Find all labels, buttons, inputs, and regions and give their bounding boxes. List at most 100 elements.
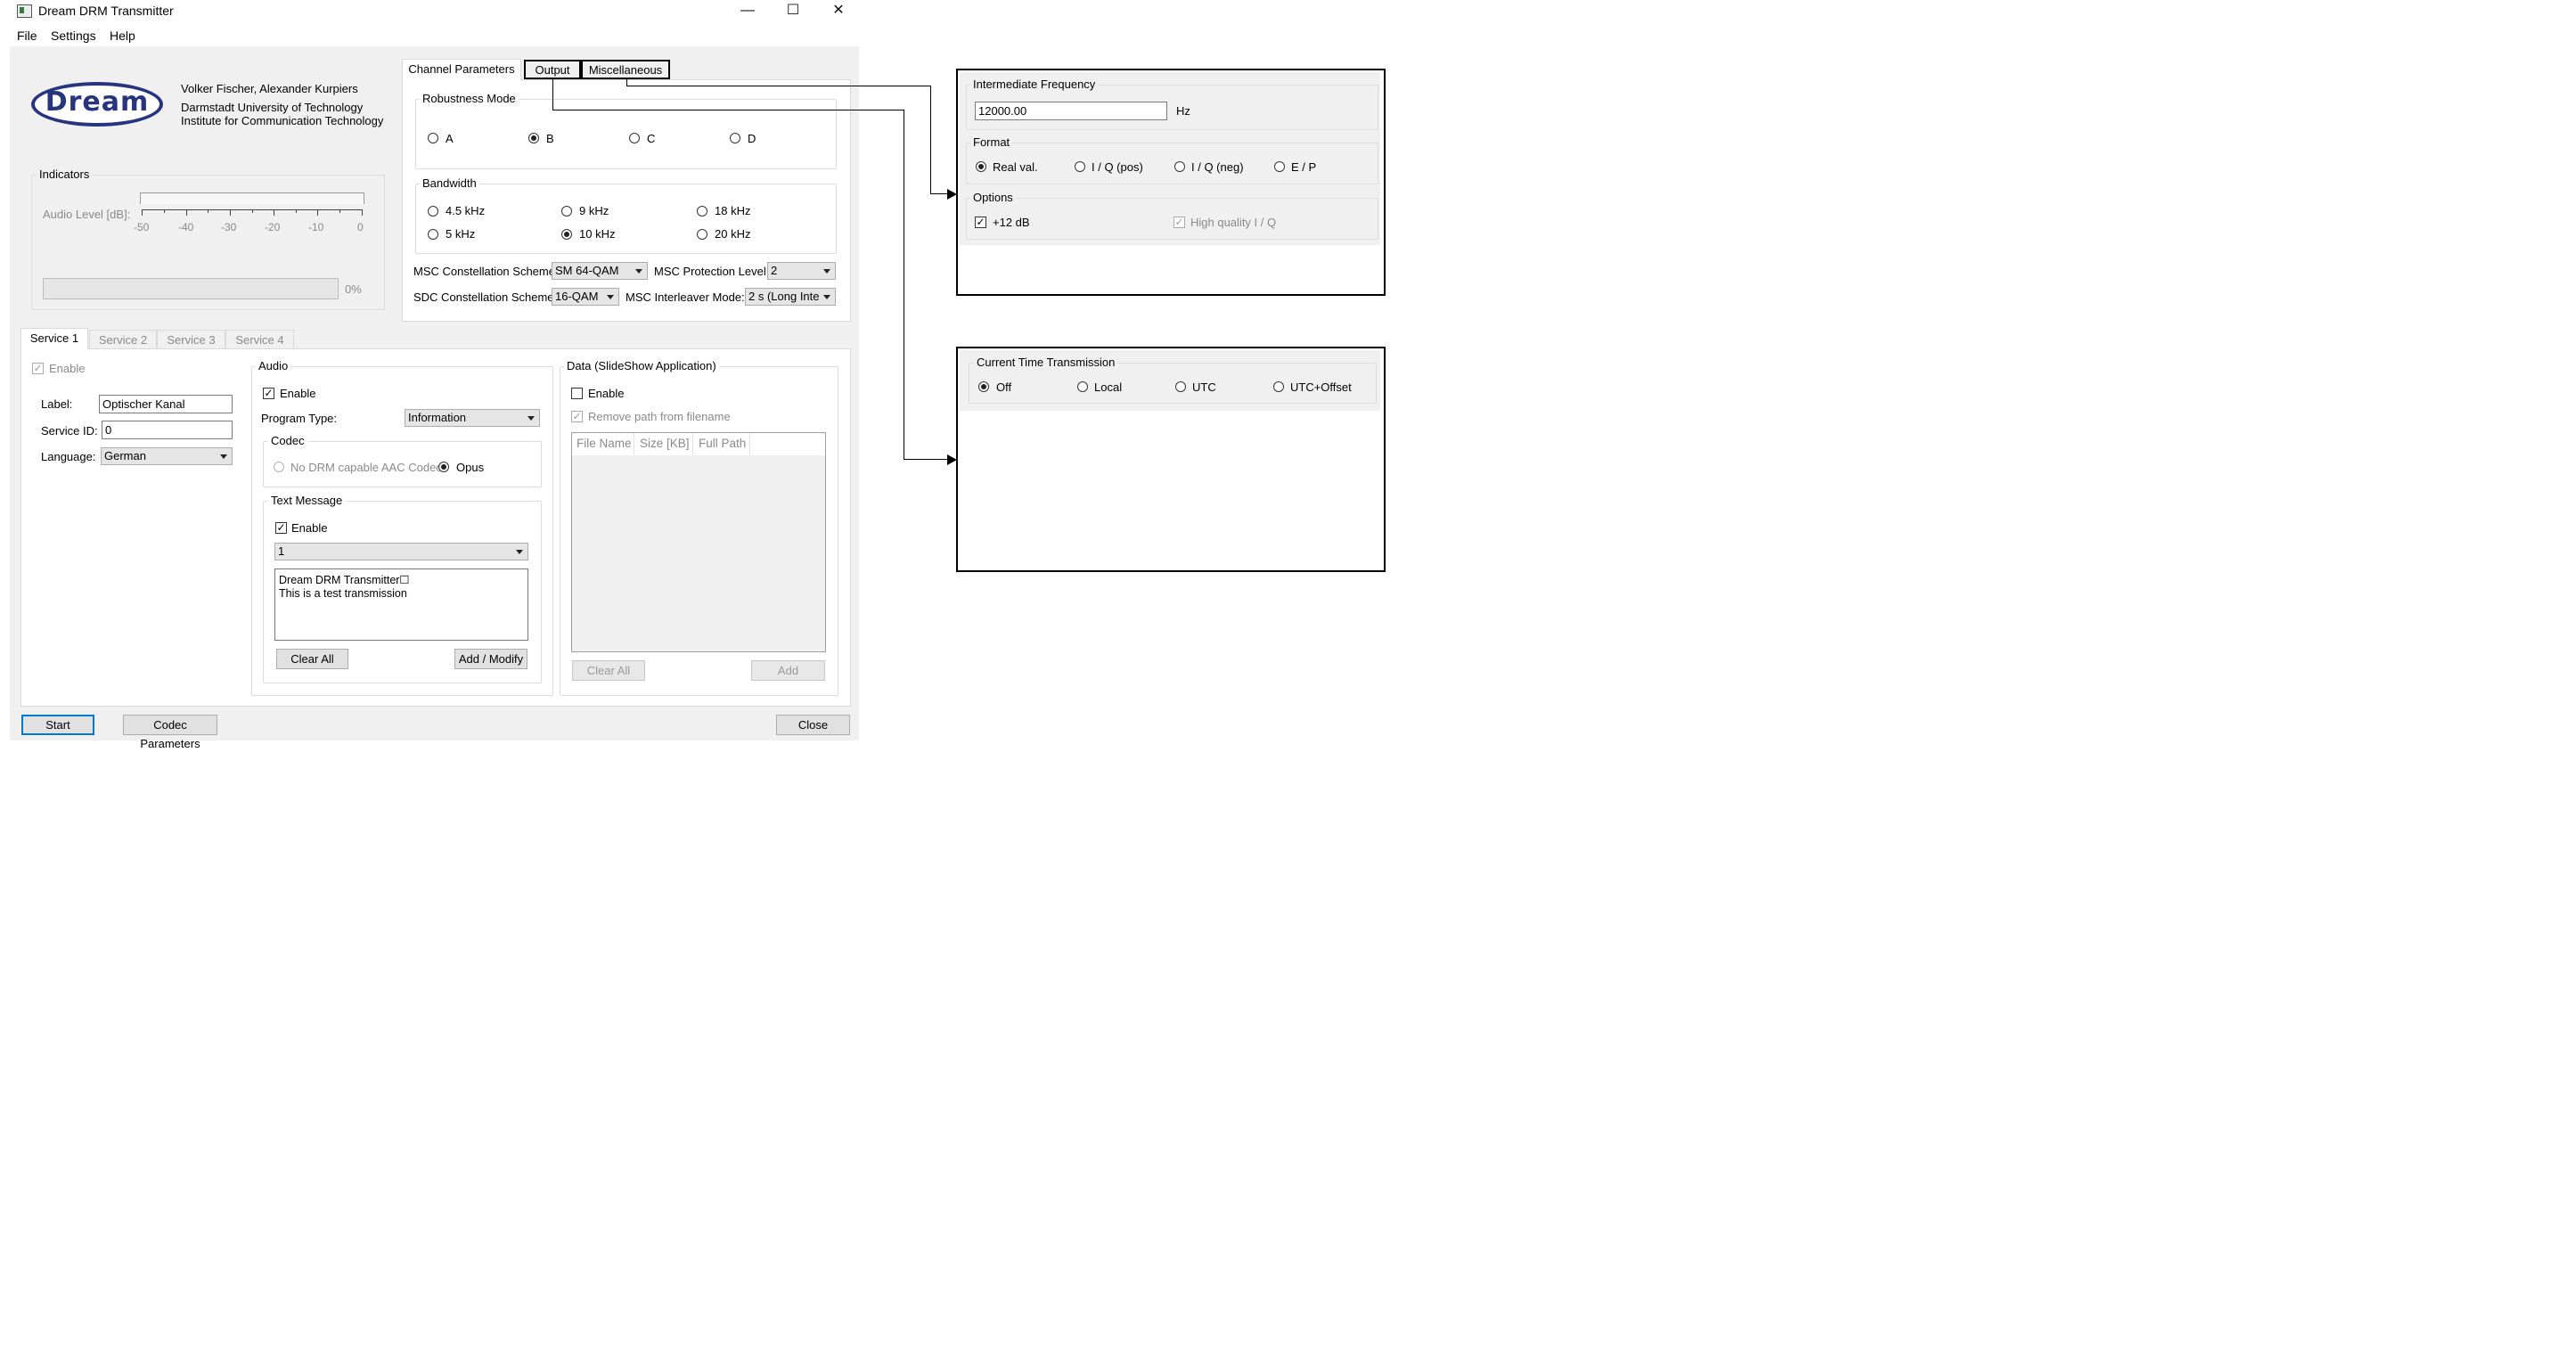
data-enable-checkbox[interactable]	[571, 388, 583, 399]
audio-level-label: Audio Level [dB]:	[43, 208, 131, 221]
ctt-title: Current Time Transmission	[974, 356, 1118, 369]
ctt-utc-radio[interactable]	[1175, 381, 1186, 392]
service-label-input[interactable]: Optischer Kanal	[99, 395, 233, 413]
plus12db-checkbox[interactable]: ✓	[975, 217, 986, 228]
msc-protection-label: MSC Protection Level:	[654, 265, 770, 278]
ctt-off-radio[interactable]	[978, 381, 989, 392]
app-icon	[17, 4, 32, 18]
service-label-label: Label:	[41, 397, 73, 411]
data-add-button[interactable]: Add	[751, 660, 825, 681]
maximize-button[interactable]: ☐	[771, 0, 815, 21]
logo-text: Dream	[45, 86, 150, 118]
codec-parameters-button[interactable]: Codec Parameters	[123, 715, 217, 750]
bandwidth-4-5khz-radio[interactable]	[428, 206, 438, 217]
column-header-size[interactable]: Size [KB]	[634, 433, 693, 454]
tab-service-2[interactable]: Service 2	[89, 330, 157, 349]
tick-major	[186, 209, 187, 216]
msc-interleaver-label: MSC Interleaver Mode:	[626, 290, 745, 304]
tick-major	[362, 209, 363, 216]
data-title: Data (SlideShow Application)	[564, 360, 719, 372]
tick-major	[317, 209, 318, 216]
message-textarea[interactable]: Dream DRM Transmitter☐ This is a test tr…	[274, 568, 528, 641]
start-button[interactable]: Start	[21, 715, 94, 735]
bandwidth-5khz-label: 5 kHz	[446, 227, 476, 241]
robustness-d-label: D	[748, 132, 756, 145]
progress-text: 0%	[345, 282, 362, 296]
language-select[interactable]: German	[101, 447, 233, 465]
bandwidth-10khz-radio[interactable]	[561, 229, 572, 240]
bandwidth-10khz-label: 10 kHz	[579, 227, 616, 241]
robustness-d-radio[interactable]	[730, 133, 740, 143]
ctt-utc-offset-radio[interactable]	[1273, 381, 1284, 392]
audio-enable-checkbox[interactable]: ✓	[263, 388, 274, 399]
language-label: Language:	[41, 450, 96, 463]
tab-miscellaneous[interactable]: Miscellaneous	[581, 60, 670, 79]
robustness-b-radio[interactable]	[528, 133, 539, 143]
close-window-button[interactable]: ✕	[816, 0, 861, 21]
audio-clear-all-button[interactable]: Clear All	[276, 649, 348, 669]
robustness-a-label: A	[446, 132, 454, 145]
msc-protection-value: 2	[771, 264, 778, 277]
codec-aac-radio[interactable]	[274, 462, 284, 472]
data-clear-all-button[interactable]: Clear All	[572, 660, 645, 681]
bandwidth-5khz-radio[interactable]	[428, 229, 438, 240]
codec-opus-radio[interactable]	[438, 462, 449, 472]
close-button[interactable]: Close	[776, 715, 850, 735]
bandwidth-18khz-radio[interactable]	[697, 206, 707, 217]
audio-level-meter	[140, 192, 364, 204]
format-title: Format	[970, 136, 1013, 149]
codec-aac-label: No DRM capable AAC Codec	[290, 461, 442, 474]
codec-opus-label: Opus	[456, 461, 485, 474]
message-line: This is a test transmission	[279, 587, 407, 600]
format-iq-neg-radio[interactable]	[1174, 161, 1185, 172]
menu-file[interactable]: File	[17, 29, 37, 43]
remove-path-checkbox[interactable]: ✓	[571, 411, 583, 422]
ctt-utc-label: UTC	[1192, 380, 1216, 394]
column-header-full-path[interactable]: Full Path	[693, 433, 750, 454]
tab-service-4[interactable]: Service 4	[225, 330, 294, 349]
tab-service-3[interactable]: Service 3	[157, 330, 225, 349]
robustness-a-radio[interactable]	[428, 133, 438, 143]
file-list[interactable]	[571, 432, 826, 652]
connector-line	[930, 193, 948, 194]
format-ep-radio[interactable]	[1274, 161, 1285, 172]
chevron-down-icon	[516, 550, 523, 554]
menu-help[interactable]: Help	[110, 29, 135, 43]
bandwidth-20khz-radio[interactable]	[697, 229, 707, 240]
menu-settings[interactable]: Settings	[51, 29, 96, 43]
sdc-constellation-select[interactable]: 16-QAM	[552, 288, 619, 306]
format-iq-pos-radio[interactable]	[1075, 161, 1085, 172]
program-type-select[interactable]: Information	[405, 409, 540, 427]
bandwidth-group	[415, 184, 837, 254]
high-quality-iq-checkbox[interactable]: ✓	[1174, 217, 1185, 228]
if-title: Intermediate Frequency	[970, 78, 1099, 91]
format-real-radio[interactable]	[976, 161, 986, 172]
add-modify-button[interactable]: Add / Modify	[454, 649, 527, 669]
sdc-constellation-label: SDC Constellation Scheme:	[413, 290, 558, 304]
text-message-enable-checkbox[interactable]: ✓	[275, 522, 287, 534]
service-id-input[interactable]: 0	[102, 421, 233, 439]
msc-protection-select[interactable]: 2	[767, 262, 836, 280]
service-id-label: Service ID:	[41, 424, 98, 438]
bandwidth-4-5khz-label: 4.5 kHz	[446, 204, 486, 217]
bandwidth-9khz-radio[interactable]	[561, 206, 572, 217]
format-real-label: Real val.	[993, 160, 1038, 174]
progress-bar	[43, 278, 339, 299]
if-input[interactable]: 12000.00	[975, 102, 1167, 120]
text-message-title: Text Message	[268, 495, 346, 507]
scale-label: -50	[134, 221, 150, 233]
tab-output[interactable]: Output	[524, 60, 581, 79]
msc-constellation-select[interactable]: SM 64-QAM	[552, 262, 648, 280]
column-header-file-name[interactable]: File Name	[572, 433, 634, 454]
tab-service-1[interactable]: Service 1	[20, 328, 88, 349]
robustness-c-radio[interactable]	[629, 133, 640, 143]
ctt-local-radio[interactable]	[1077, 381, 1088, 392]
message-line: Dream DRM Transmitter☐	[279, 574, 410, 586]
minimize-button[interactable]: —	[725, 0, 770, 21]
message-index-select[interactable]: 1	[274, 543, 528, 560]
msc-interleaver-select[interactable]: 2 s (Long Inte	[745, 288, 836, 306]
ctt-local-label: Local	[1094, 380, 1123, 394]
service-enable-checkbox[interactable]: ✓	[32, 363, 44, 374]
sdc-constellation-value: 16-QAM	[555, 290, 599, 303]
tab-channel-parameters[interactable]: Channel Parameters	[402, 59, 521, 80]
